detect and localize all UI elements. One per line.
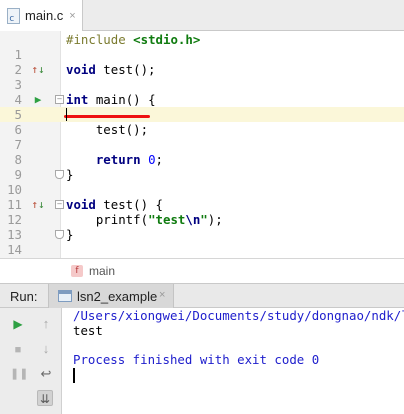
code-line: 1 #include <stdio.h> [0, 32, 404, 62]
run-toolbar: ▶ ■ ❚❚ ↑ ↓ ↩ ⇊ [0, 308, 62, 414]
code-line: 7 test(); [0, 122, 404, 152]
console-caret [73, 368, 75, 383]
code-text: } [66, 227, 74, 242]
editor-tab-bar: main.c × [0, 0, 404, 31]
keyword: int [66, 92, 89, 107]
code-line: 14 } [0, 227, 404, 257]
fold-icon[interactable]: − [55, 95, 64, 104]
function-icon: f [71, 265, 83, 277]
code-text: ); [207, 212, 223, 227]
c-file-icon [7, 7, 20, 24]
pause-icon[interactable]: ❚❚ [10, 366, 28, 382]
stop-icon[interactable]: ■ [10, 342, 26, 358]
breadcrumb-function-name[interactable]: main [89, 264, 115, 278]
code-line: 4 [0, 77, 404, 107]
override-arrows-icon[interactable]: ↑↓ [30, 62, 46, 77]
code-text: printf( [66, 212, 149, 227]
run-tab-label: lsn2_example [77, 289, 158, 304]
down-arrow-icon[interactable]: ↓ [38, 341, 54, 357]
tab-label: main.c [25, 8, 64, 23]
close-icon[interactable]: × [159, 289, 165, 301]
run-config-tab[interactable]: lsn2_example × [48, 284, 174, 308]
code-text: ; [155, 152, 164, 167]
soft-wrap-icon[interactable]: ↩ [38, 366, 54, 382]
code-editor[interactable]: 1 #include <stdio.h> 2 3 ↑↓ void test();… [0, 31, 404, 258]
console-output[interactable]: /Users/xiongwei/Documents/study/dongnao/… [63, 308, 404, 414]
code-line: 11 [0, 182, 404, 212]
code-line: 10 } [0, 167, 404, 197]
keyword: void [66, 62, 96, 77]
function-breadcrumb: f main [0, 258, 404, 282]
override-arrows-icon[interactable]: ↑↓ [30, 197, 46, 212]
fold-icon[interactable]: − [55, 200, 64, 209]
code-line: 9 return 0; [0, 152, 404, 182]
run-panel-title: Run: [10, 289, 38, 304]
keyword: void [66, 197, 96, 212]
run-panel-header: Run: lsn2_example × [0, 283, 404, 308]
code-text: main() { [88, 92, 156, 107]
code-line: 3 ↑↓ void test(); [0, 62, 404, 92]
preprocessor-directive: #include [66, 32, 126, 47]
string-literal: " [200, 212, 208, 227]
code-line: 12 ↑↓ − void test() { [0, 197, 404, 227]
console-program-output: test [73, 323, 103, 338]
scroll-to-end-icon[interactable]: ⇊ [37, 390, 53, 406]
code-text: test() { [95, 197, 163, 212]
keyword: return [66, 152, 141, 167]
tab-main-c[interactable]: main.c × [0, 0, 83, 31]
code-line: 6 [0, 107, 404, 137]
code-text: test(); [95, 62, 156, 77]
run-triangle-icon[interactable]: ▶ [30, 92, 46, 107]
line-number: 14 [7, 242, 22, 257]
include-header: <stdio.h> [133, 32, 201, 47]
string-literal: "test [148, 212, 186, 227]
text-caret [66, 108, 67, 121]
console-window-icon [58, 290, 72, 302]
code-line: 5 ▶ − int main() { [0, 92, 404, 122]
code-line: 8 [0, 137, 404, 167]
console-command-path[interactable]: /Users/xiongwei/Documents/study/dongnao/… [73, 308, 404, 323]
code-line: 2 [0, 47, 404, 77]
rerun-play-icon[interactable]: ▶ [10, 316, 26, 332]
code-text: test(); [66, 122, 149, 137]
escape-sequence: \n [185, 212, 201, 227]
console-process-status: Process finished with exit code 0 [73, 352, 320, 367]
fold-end-icon[interactable] [55, 170, 64, 179]
up-arrow-icon[interactable]: ↑ [38, 316, 54, 332]
fold-end-icon[interactable] [55, 230, 64, 239]
code-line: 13 printf("test\n"); [0, 212, 404, 242]
red-annotation-underline [64, 115, 150, 118]
close-icon[interactable]: × [69, 10, 75, 22]
number-literal: 0 [148, 152, 156, 167]
code-text: } [66, 167, 74, 182]
